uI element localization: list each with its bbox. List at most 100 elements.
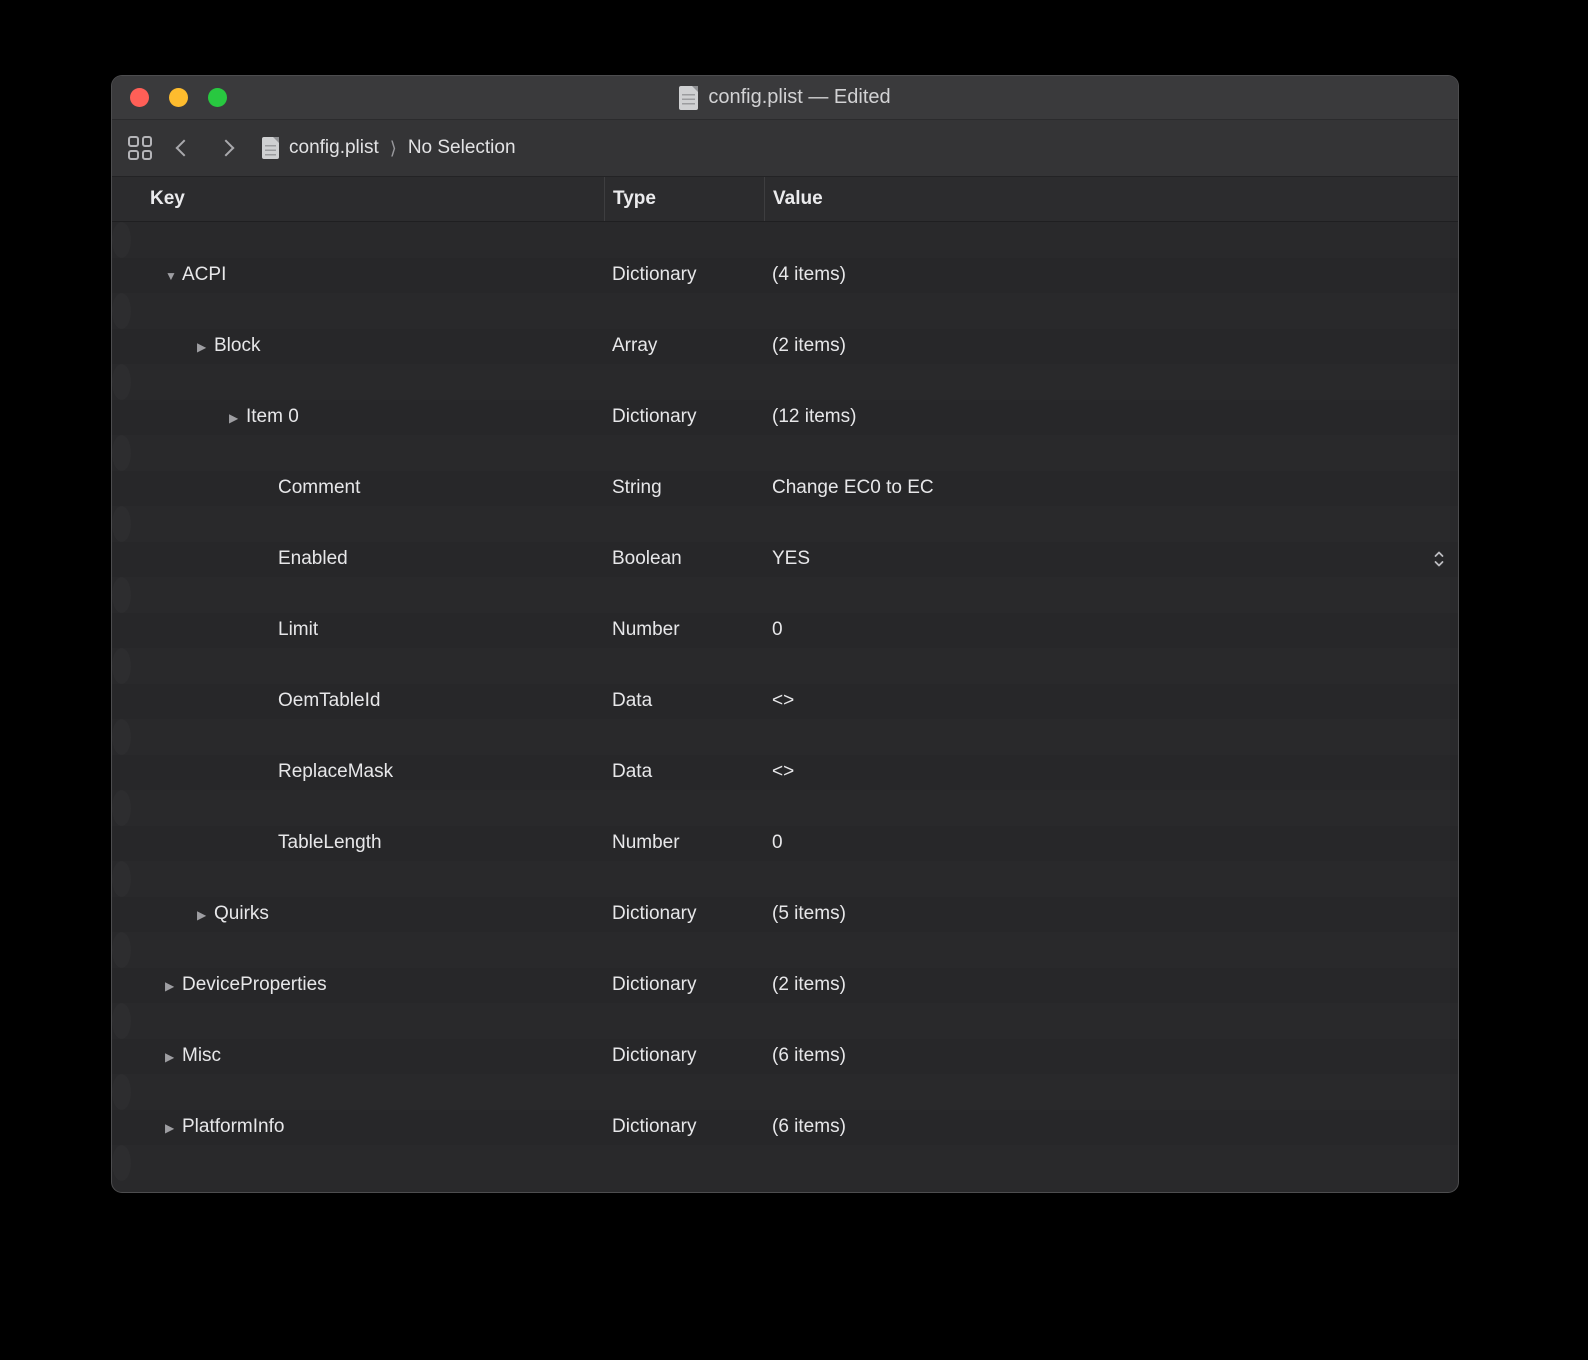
disclosure-triangle-icon[interactable]: ▶ [165,979,182,993]
related-items-icon[interactable] [128,136,152,160]
column-header-type[interactable]: Type [604,177,764,221]
row-type[interactable]: Boolean [604,548,764,570]
table-row[interactable]: MaskData<> [112,648,131,684]
table-row[interactable]: ReplaceMaskData<> [112,755,1458,791]
row-value[interactable]: (12 items) [237,442,245,464]
row-type[interactable]: Dictionary [133,229,141,251]
row-value[interactable]: (4 items) [764,264,1458,286]
row-value[interactable]: <> [269,655,277,677]
row-type[interactable]: Dictionary [604,264,764,286]
title-bar[interactable]: config.plist — Edited [112,76,1458,120]
table-row[interactable]: ▶KernelDictionary(5 items) [112,1003,131,1039]
disclosure-triangle-icon[interactable]: ▶ [229,411,246,425]
row-type[interactable]: Number [604,619,764,641]
row-value[interactable]: Change EC0 to EC [764,477,1458,499]
row-type[interactable]: Dictionary [604,1045,764,1067]
row-type[interactable]: Dictionary [604,1116,764,1138]
back-button[interactable] [176,140,193,157]
row-type[interactable]: Number [261,513,269,535]
table-row[interactable]: CommentStringChange EC0 to EC [112,471,1458,507]
row-value[interactable]: (6 items) [764,1116,1458,1138]
table-row[interactable]: OemTableIdData<> [112,684,1458,720]
forward-button[interactable] [218,140,235,157]
table-row[interactable]: LimitNumber0 [112,613,1458,649]
disclosure-triangle-icon[interactable]: ▼ [165,269,182,283]
row-value[interactable]: 0 [764,619,1458,641]
table-row[interactable]: ReplaceData<45435f5f> [112,719,131,755]
row-value[interactable]: <4543305f> [269,584,277,606]
table-row[interactable]: TableLengthNumber0 [112,826,1458,862]
row-type[interactable]: Data [604,690,764,712]
table-row[interactable]: ▼PatchArray(2 items) [112,364,131,400]
row-value[interactable]: <45435f5f> [269,726,277,748]
row-value[interactable]: 0 [269,513,277,535]
disclosure-triangle-icon[interactable]: ▶ [165,1050,182,1064]
table-row[interactable]: ▶AddArray(1 item) [112,293,131,329]
row-type[interactable]: Data [604,761,764,783]
table-row[interactable]: ▶QuirksDictionary(5 items) [112,897,1458,933]
table-row[interactable]: ▶PlatformInfoDictionary(6 items) [112,1110,1458,1146]
row-type[interactable]: Data [261,584,269,606]
row-value[interactable]: <> [269,868,277,890]
row-value[interactable]: (6 items) [173,1081,181,1103]
row-type[interactable]: Number [261,797,269,819]
boolean-stepper-icon[interactable] [1433,549,1445,569]
table-row[interactable]: ▼RootDictionary(8 items) [112,222,131,258]
row-type[interactable]: Dictionary [165,1081,173,1103]
row-value[interactable]: YES [764,548,1458,570]
row-value[interactable]: (5 items) [173,1010,181,1032]
row-value[interactable]: (2 items) [764,335,1458,357]
breadcrumb-file[interactable]: config.plist [289,137,379,159]
row-value[interactable]: (2 items) [764,974,1458,996]
row-type[interactable]: Dictionary [229,442,237,464]
table-row[interactable]: SkipNumber0 [112,790,131,826]
row-value[interactable]: (2 items) [173,939,181,961]
table-row[interactable]: ▶MiscDictionary(6 items) [112,1039,1458,1075]
table-row[interactable]: ▶BlockArray(2 items) [112,329,1458,365]
row-type[interactable]: Dictionary [604,903,764,925]
row-type[interactable]: Data [261,868,269,890]
row-type[interactable]: Dictionary [604,406,764,428]
row-type[interactable]: Array [197,300,205,322]
row-type[interactable]: Array [604,335,764,357]
column-header-key[interactable]: Key [112,177,604,221]
row-value[interactable]: (1 item) [205,300,213,322]
row-type[interactable]: Dictionary [165,1010,173,1032]
table-row[interactable]: ▶NVRAMDictionary(6 items) [112,1074,131,1110]
row-type[interactable]: Data [261,655,269,677]
table-row[interactable]: ▼Item 1Dictionary(12 items) [112,435,131,471]
table-row[interactable]: ▶DevicePropertiesDictionary(2 items) [112,968,1458,1004]
table-row[interactable]: ▶BooterDictionary(2 items) [112,932,131,968]
row-type[interactable]: Number [604,832,764,854]
table-row[interactable]: ▼ACPIDictionary(4 items) [112,258,1458,294]
breadcrumb-selection[interactable]: No Selection [408,137,516,159]
row-value[interactable]: (12 items) [764,406,1458,428]
row-value[interactable]: <> [764,761,1458,783]
minimize-button[interactable] [169,88,188,107]
disclosure-triangle-icon[interactable]: ▶ [197,908,214,922]
row-type[interactable]: Data [261,726,269,748]
column-header-value[interactable]: Value [764,177,1458,221]
row-type[interactable]: Dictionary [165,1152,173,1174]
row-type[interactable]: String [604,477,764,499]
row-value[interactable]: 0 [269,797,277,819]
row-value[interactable]: (2 items) [205,371,213,393]
row-value[interactable]: (8 items) [141,229,149,251]
row-type[interactable]: Array [197,371,205,393]
table-row[interactable]: FindData<4543305f> [112,577,131,613]
row-type[interactable]: Dictionary [165,939,173,961]
table-row[interactable]: ▶UEFIDictionary(5 items) [112,1145,131,1181]
row-value[interactable]: 0 [764,832,1458,854]
row-value[interactable]: (6 items) [764,1045,1458,1067]
table-row[interactable]: EnabledBooleanYES [112,542,1458,578]
disclosure-triangle-icon[interactable]: ▶ [197,340,214,354]
close-button[interactable] [130,88,149,107]
row-value[interactable]: <> [764,690,1458,712]
zoom-button[interactable] [208,88,227,107]
row-value[interactable]: (5 items) [173,1152,181,1174]
table-row[interactable]: CountNumber0 [112,506,131,542]
table-row[interactable]: TableSignatureData<> [112,861,131,897]
table-row[interactable]: ▶Item 0Dictionary(12 items) [112,400,1458,436]
disclosure-triangle-icon[interactable]: ▶ [165,1121,182,1135]
row-value[interactable]: (5 items) [764,903,1458,925]
